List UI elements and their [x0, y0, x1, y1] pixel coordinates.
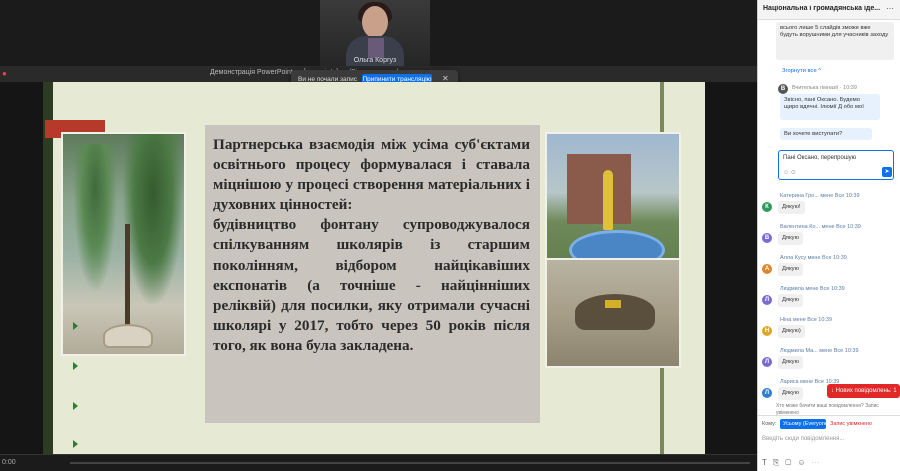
participant-face: [362, 6, 388, 38]
chat-bubble-top: всього лише 5 слайдів зможе вже будуть в…: [776, 22, 894, 60]
zoom-window: Ольга Коргуз ● Демонстрація PowerPoint —…: [0, 0, 900, 471]
avatar: Л: [762, 357, 772, 367]
chat-title: Національна і громадянська іде...: [763, 5, 881, 12]
recording-icon: ●: [2, 69, 7, 78]
message-author: Людмила мене Все 10:39: [780, 286, 845, 292]
shared-screen: Партнерська взаємодія між усіма суб'єкта…: [0, 82, 757, 454]
progress-track[interactable]: [70, 462, 750, 464]
emoji-icon[interactable]: ☺ ⊙: [783, 169, 796, 176]
avatar: В: [778, 84, 788, 94]
reply-input-box[interactable]: Пані Оксано, перепрошую ☺ ⊙ ➤: [778, 150, 894, 180]
format-icon[interactable]: T: [762, 458, 773, 467]
recipient-label: Кому:: [762, 421, 777, 427]
screenshot-icon[interactable]: ▢: [785, 458, 797, 467]
message-author: Валентина Ко... мене Все 10:39: [780, 224, 861, 230]
avatar: Н: [762, 326, 772, 336]
message-bubble: Дякую: [778, 294, 803, 307]
chat-panel: Національна і громадянська іде... ⋯ всьо…: [757, 0, 900, 471]
new-messages-button[interactable]: ↓ Нових повідомлень: 1: [827, 384, 900, 398]
message-author: Ніна мене Все 10:39: [780, 317, 833, 323]
arrow-icon: [73, 362, 81, 370]
participant-scarf: [368, 38, 384, 58]
reply-input[interactable]: Пані Оксано, перепрошую: [783, 155, 856, 161]
arrow-icon: [73, 322, 81, 330]
avatar: В: [762, 233, 772, 243]
elapsed-time: 0:00: [2, 459, 16, 466]
message-author: Алла Кусу мене Все 10:39: [780, 255, 847, 261]
photo-fountain-basin: [103, 324, 153, 348]
more-icon[interactable]: ⋯: [812, 458, 826, 467]
chat-message-input[interactable]: Введіть сюди повідомлення...: [762, 436, 896, 450]
message-bubble: Дякую: [778, 387, 803, 400]
avatar: А: [762, 264, 772, 274]
recipient-dropdown[interactable]: Усьому (Everyone) ▾: [780, 419, 834, 429]
reply-author: Вчителька гімназії · 10:39: [792, 85, 857, 91]
message-author: Катерина Гро... мене Все 10:39: [780, 193, 860, 199]
presentation-slide: Партнерська взаємодія між усіма суб'єкта…: [43, 82, 705, 454]
chat-composer: Кому: Усьому (Everyone) ▾ Запис увімкнен…: [758, 415, 900, 471]
recording-warning: Запис увімкнено: [830, 421, 872, 427]
arrow-icon: [73, 402, 81, 410]
photo-yellow-patch: [605, 300, 621, 308]
participant-video-tile[interactable]: Ольга Коргуз: [320, 0, 430, 66]
photo-statue: [603, 170, 613, 230]
slide-decor-arrows: [73, 322, 85, 452]
bottom-status-bar: 0:00: [0, 454, 757, 471]
avatar: Л: [762, 295, 772, 305]
send-icon[interactable]: ➤: [882, 167, 892, 177]
photo-tree-trunk: [125, 224, 130, 334]
message-bubble: Дякую): [778, 325, 805, 338]
video-strip: Ольга Коргуз: [0, 0, 757, 66]
participant-name: Ольга Коргуз: [353, 57, 397, 64]
message-bubble: Дякую: [778, 232, 803, 245]
composer-toolbar: T⎘▢☺⋯: [762, 458, 896, 468]
message-bubble: Дякую: [778, 356, 803, 369]
photo-tree: [123, 134, 183, 304]
collapse-all-link[interactable]: Згорнути все ^: [782, 68, 821, 74]
emoji-icon[interactable]: ☺: [797, 458, 811, 467]
photo-time-capsule: [545, 258, 681, 368]
slide-body-text: Партнерська взаємодія між усіма суб'єкта…: [213, 136, 530, 354]
file-icon[interactable]: ⎘: [773, 458, 785, 467]
slide-text-box: Партнерська взаємодія між усіма суб'єкта…: [205, 125, 540, 423]
reply-bubble: Ви хочете виступати?: [780, 128, 872, 140]
more-options-icon[interactable]: ⋯: [886, 4, 894, 13]
reply-bubble: Звісно, пані Оксано. Будемо щиро вдячні.…: [780, 94, 880, 120]
chat-footnote[interactable]: Хто може бачити ваші повідомлення? Запис…: [772, 400, 896, 416]
avatar: Л: [762, 388, 772, 398]
photo-building: [567, 154, 631, 224]
chat-header: Національна і громадянська іде... ⋯: [758, 0, 900, 20]
message-author: Людмила Ма... мене Все 10:39: [780, 348, 859, 354]
message-bubble: Дякую: [778, 263, 803, 276]
message-bubble: Дякую!: [778, 201, 805, 214]
arrow-icon: [73, 440, 81, 448]
avatar: К: [762, 202, 772, 212]
photo-tree: [73, 144, 117, 294]
